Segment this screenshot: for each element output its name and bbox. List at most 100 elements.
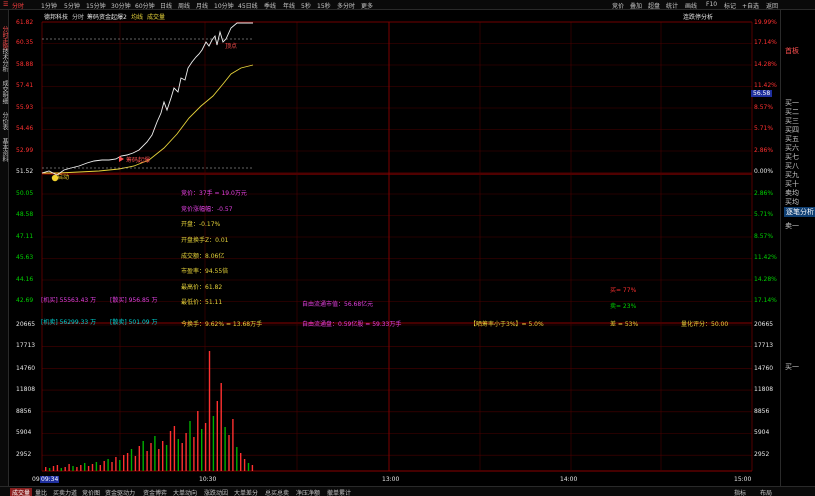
price-label: 61.82	[16, 19, 34, 26]
timeshare-chart[interactable]: 德邦科技 分时 筹码资金起爆2 均线 成交量 连跌停分析 61.82 60.35…	[9, 10, 780, 486]
indicator-name[interactable]: 筹码资金起爆2	[87, 12, 127, 21]
volume-bar	[220, 383, 222, 471]
price-label: 60.35	[16, 39, 34, 46]
current-price-tag: 56.58	[751, 90, 773, 97]
menu-icon[interactable]: ☰	[3, 1, 8, 8]
period-tab-45day[interactable]: 45日线	[238, 1, 258, 10]
indicator-tab-volume[interactable]: 成交量	[10, 488, 33, 496]
volume-label: 8856	[16, 408, 32, 415]
volume-bar	[48, 468, 51, 471]
left-view-tabs: 分时走势 技术分析 成交明细 分价表 基本资料	[0, 10, 9, 486]
auction-button[interactable]: 竞价	[612, 1, 624, 10]
info-diff-pct: 差 = 53%	[610, 321, 639, 328]
info-sell-pct: 卖= 23%	[610, 303, 637, 310]
period-tab-15min[interactable]: 15分钟	[86, 1, 106, 10]
f10-button[interactable]: F10	[706, 1, 717, 8]
time-label: 13:00	[382, 476, 400, 483]
volume-bar	[212, 416, 215, 471]
top-marker-label: 顶点	[225, 43, 238, 50]
period-tab-day[interactable]: 日线	[160, 1, 172, 10]
period-tab-60min[interactable]: 60分钟	[135, 1, 155, 10]
vtab-price-table[interactable]: 分价表	[0, 108, 9, 134]
ask-1[interactable]: 卖一	[785, 221, 799, 231]
indicator-tab-change-cause[interactable]: 涨跌动因	[204, 488, 228, 496]
volume-bar	[185, 433, 187, 471]
pct-label: 11.42%	[754, 254, 777, 261]
pct-label: 5.71%	[754, 211, 774, 218]
super-button[interactable]: 超盘	[648, 1, 660, 10]
indicator-tab-force[interactable]: 买卖力道	[53, 488, 77, 496]
period-tab-15sec[interactable]: 15秒	[317, 1, 331, 10]
period-tab-1min[interactable]: 1分钟	[41, 1, 57, 10]
volume-bar	[146, 451, 148, 471]
pct-label: 14.28%	[754, 61, 777, 68]
volume-label: 2952	[16, 451, 32, 458]
back-button[interactable]: 返回	[766, 1, 778, 10]
draw-line-button[interactable]: 画线	[685, 1, 697, 10]
mark-button[interactable]: 标记	[724, 1, 736, 10]
volume-bar	[173, 426, 176, 471]
indicator-tab-auction[interactable]: 竞价图	[82, 488, 100, 496]
info-pe: 市盈率：94.55倍	[181, 268, 229, 275]
volume-label-right: 14760	[754, 365, 774, 372]
price-label: 55.93	[16, 104, 34, 111]
volume-bar	[87, 466, 90, 471]
info-low: 最低价：51.11	[181, 299, 223, 306]
add-watchlist-button[interactable]: +自选	[742, 1, 759, 10]
period-tab-5min[interactable]: 5分钟	[64, 1, 80, 10]
order-book-panel: 首板 买一 买二 买三 买四 买五 买六 买七 买八 买九 买十 卖均 买均 逐…	[780, 10, 815, 486]
indicator-tab-cancel[interactable]: 撤单累计	[327, 488, 351, 496]
indicator-tab-big-diff[interactable]: 大单差分	[234, 488, 258, 496]
indicator-tab-net[interactable]: 净压净额	[296, 488, 320, 496]
volume-label: 11808	[16, 386, 36, 393]
price-label: 44.16	[16, 276, 34, 283]
price-label: 48.58	[16, 211, 34, 218]
volume-bar	[91, 464, 94, 471]
bid-avg[interactable]: 买均	[785, 197, 799, 207]
volume-bar	[45, 467, 47, 471]
indicator-tab-big-order[interactable]: 大单动向	[173, 488, 197, 496]
volume-bar	[243, 459, 246, 471]
limit-analysis-button[interactable]: 连跌停分析	[683, 12, 713, 21]
info-inst-buy: [机买] 55563.43 万	[41, 297, 97, 304]
period-tab-10min[interactable]: 10分钟	[214, 1, 234, 10]
buy-1-lower[interactable]: 买一	[785, 362, 799, 372]
volume-bar	[126, 453, 129, 471]
period-tab-week[interactable]: 周线	[178, 1, 190, 10]
indicator-tab-fund-game[interactable]: 资金博弈	[143, 488, 167, 496]
indicator-menu-button[interactable]: 指标	[734, 488, 746, 496]
period-tab-fenshi[interactable]: 分时	[12, 1, 24, 10]
info-auction-price: 竞价：37手 = 19.0万元	[181, 190, 247, 197]
vtab-deals[interactable]: 成交明细	[0, 76, 9, 108]
vtab-technical[interactable]: 技术分析	[0, 44, 9, 76]
tick-analysis-button[interactable]: 逐笔分析	[784, 207, 815, 217]
info-retail-sell: [散卖] 501.09 万	[110, 319, 158, 326]
period-tab-multi[interactable]: 多分时	[337, 1, 355, 10]
period-tab-more[interactable]: 更多	[361, 1, 373, 10]
info-turnover-amount: 成交额：8.06亿	[181, 253, 225, 260]
indicator-tab-fund-drive[interactable]: 资金驱动力	[105, 488, 135, 496]
vtab-basic-info[interactable]: 基本资料	[0, 134, 9, 166]
volume-bar	[251, 465, 254, 471]
price-line	[41, 22, 253, 176]
period-tab-5sec[interactable]: 5秒	[301, 1, 311, 10]
info-retail-buy: [散买] 956.85 万	[110, 297, 158, 304]
chart-canvas[interactable]	[9, 10, 780, 486]
indicator-tab-total-buy-sell[interactable]: 总买总卖	[265, 488, 289, 496]
stats-button[interactable]: 统计	[666, 1, 678, 10]
volume-bar	[134, 456, 137, 471]
period-tab-year[interactable]: 年线	[283, 1, 295, 10]
indicator-tab-volume-ratio[interactable]: 量比	[35, 488, 47, 496]
period-tab-30min[interactable]: 30分钟	[111, 1, 131, 10]
volume-label: 14760	[16, 365, 36, 372]
period-tab-quarter[interactable]: 季线	[264, 1, 276, 10]
volume-bar	[142, 441, 144, 471]
volume-bar	[60, 468, 62, 471]
layout-button[interactable]: 布局	[760, 488, 772, 496]
volume-label-right: 11808	[754, 386, 774, 393]
info-free-cap: 自由流通市值：56.68亿元	[302, 301, 374, 308]
price-label: 52.99	[16, 147, 34, 154]
price-label: 58.88	[16, 61, 34, 68]
period-tab-month[interactable]: 月线	[196, 1, 208, 10]
overlay-button[interactable]: 叠加	[630, 1, 642, 10]
